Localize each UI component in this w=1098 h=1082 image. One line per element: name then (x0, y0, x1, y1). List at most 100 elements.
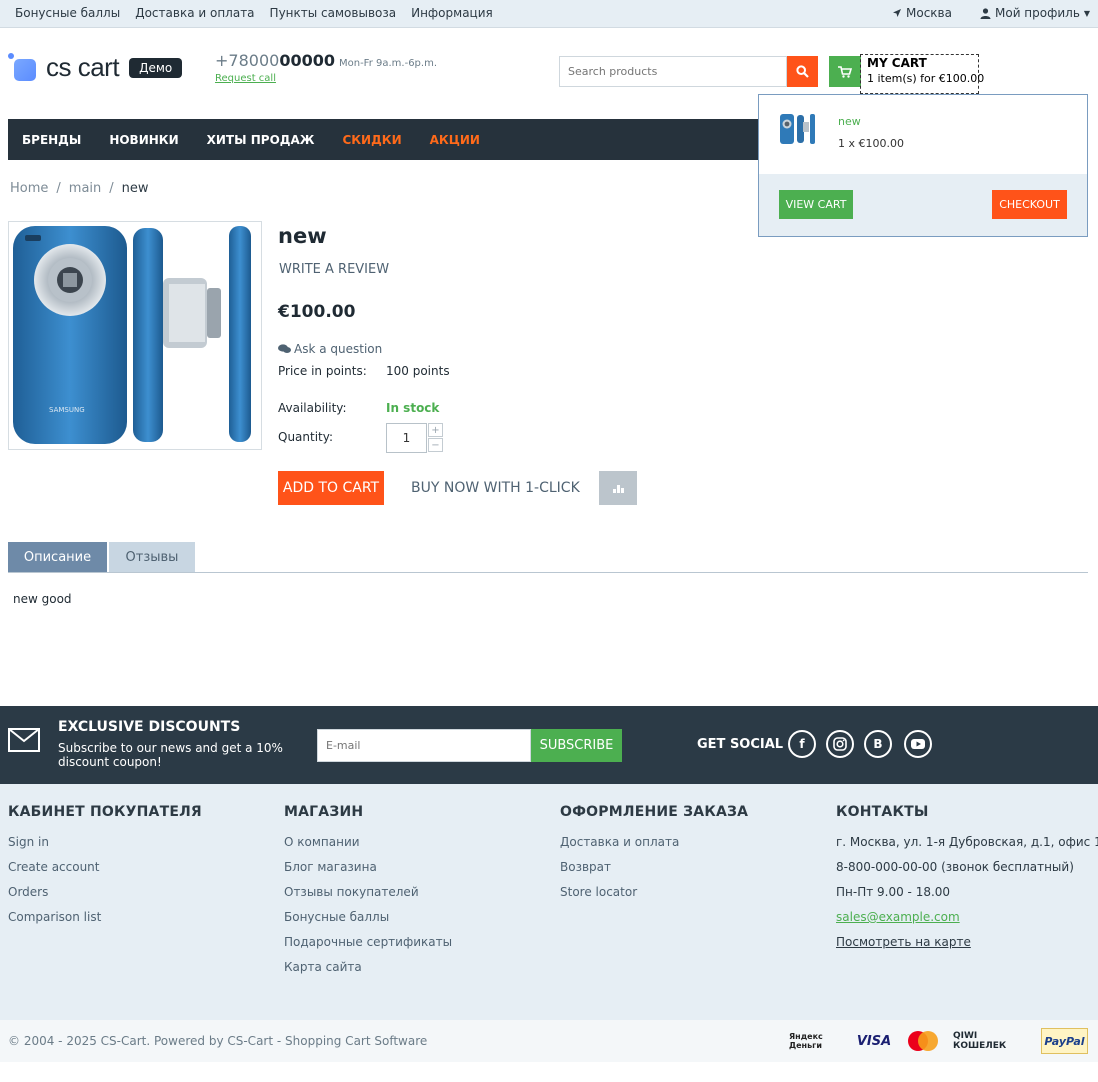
breadcrumb-main[interactable]: main (69, 181, 101, 196)
nav-item-promotions[interactable]: АКЦИИ (430, 133, 480, 147)
search-icon (796, 65, 809, 78)
footer-link-testimonials[interactable]: Отзывы покупателей (284, 885, 419, 899)
write-review-link[interactable]: WRITE A REVIEW (279, 262, 389, 277)
footer-link-sign-in[interactable]: Sign in (8, 835, 49, 849)
instagram-glyph (833, 737, 847, 751)
product-image[interactable]: SAMSUNG (8, 221, 262, 450)
product-description: new good (13, 592, 72, 606)
chat-bubbles-icon (278, 344, 291, 353)
phone-number: +7800000000 Mon-Fr 9a.m.-6p.m. (215, 51, 437, 70)
product-tabs: Описание Отзывы (8, 542, 1088, 573)
footer-col-account: КАБИНЕТ ПОКУПАТЕЛЯ Sign in Create accoun… (8, 804, 202, 930)
quantity-input[interactable]: 1 (386, 423, 427, 453)
search-input[interactable] (559, 56, 787, 87)
compare-button[interactable] (599, 471, 637, 505)
points-value: 100 points (386, 364, 450, 378)
top-links: Бонусные баллы Доставка и оплата Пункты … (15, 6, 493, 20)
footer-link-create-account[interactable]: Create account (8, 860, 100, 874)
footer-link-bonus[interactable]: Бонусные баллы (284, 910, 389, 924)
cart-item-name[interactable]: new (838, 115, 861, 128)
email-field[interactable] (317, 729, 531, 762)
location-arrow-icon (893, 9, 901, 17)
subscribe-button[interactable]: SUBSCRIBE (531, 729, 622, 762)
cart-title: MY CART (867, 56, 927, 70)
main-nav: БРЕНДЫ НОВИНКИ ХИТЫ ПРОДАЖ СКИДКИ АКЦИИ (8, 119, 768, 160)
top-link-delivery[interactable]: Доставка и оплата (135, 6, 254, 20)
bottom-bar: © 2004 - 2025 CS-Cart. Powered by CS-Car… (0, 1020, 1098, 1062)
contact-address: г. Москва, ул. 1-я Дубровская, д.1, офис… (836, 835, 1098, 849)
tab-reviews[interactable]: Отзывы (109, 542, 195, 572)
top-bar: Бонусные баллы Доставка и оплата Пункты … (0, 0, 1098, 28)
nav-item-discounts[interactable]: СКИДКИ (342, 133, 401, 147)
points-label: Price in points: (278, 364, 367, 378)
footer-link-gift-certificates[interactable]: Подарочные сертификаты (284, 935, 452, 949)
view-cart-button[interactable]: VIEW CART (779, 190, 853, 219)
subscribe-text: Subscribe to our news and get a 10% disc… (58, 741, 283, 769)
footer-col-store: МАГАЗИН О компании Блог магазина Отзывы … (284, 804, 452, 980)
contact-email-link[interactable]: sales@example.com (836, 910, 960, 924)
nav-item-new[interactable]: НОВИНКИ (109, 133, 178, 147)
mastercard-logo (905, 1028, 941, 1054)
contact-map-link[interactable]: Посмотреть на карте (836, 935, 971, 949)
footer: КАБИНЕТ ПОКУПАТЕЛЯ Sign in Create accoun… (0, 784, 1098, 1020)
breadcrumb-home[interactable]: Home (10, 181, 48, 196)
footer-link-comparison[interactable]: Comparison list (8, 910, 101, 924)
breadcrumb-separator: / (109, 181, 114, 196)
camera-phone-illustration: SAMSUNG (13, 226, 251, 444)
availability-label: Availability: (278, 401, 347, 415)
breadcrumb-current: new (121, 181, 149, 196)
search-button[interactable] (787, 56, 818, 87)
quantity-decrease-button[interactable]: − (428, 438, 443, 452)
nav-item-bestsellers[interactable]: ХИТЫ ПРОДАЖ (207, 133, 315, 147)
cart-summary[interactable]: MY CART 1 item(s) for €100.00 (860, 54, 984, 94)
demo-badge: Демо (129, 57, 183, 78)
instagram-icon[interactable] (826, 730, 854, 758)
tab-description[interactable]: Описание (8, 542, 107, 572)
add-to-cart-button[interactable]: ADD TO CART (278, 471, 384, 505)
footer-link-orders[interactable]: Orders (8, 885, 48, 899)
subscribe-title: EXCLUSIVE DISCOUNTS (58, 719, 241, 735)
footer-link-delivery[interactable]: Доставка и оплата (560, 835, 679, 849)
footer-link-blog[interactable]: Блог магазина (284, 860, 377, 874)
youtube-glyph (911, 739, 925, 749)
quantity-increase-button[interactable]: + (428, 423, 443, 437)
ask-question-label: Ask a question (294, 342, 383, 356)
phone-prefix: +78000 (215, 51, 280, 70)
top-link-info[interactable]: Информация (411, 6, 493, 20)
profile-menu[interactable]: Мой профиль ▼ (980, 6, 1090, 20)
footer-col-ordering: ОФОРМЛЕНИЕ ЗАКАЗА Доставка и оплата Возв… (560, 804, 748, 905)
city-label: Москва (906, 6, 952, 20)
checkout-button[interactable]: CHECKOUT (992, 190, 1067, 219)
contact-hours: Пн-Пт 9.00 - 18.00 (836, 885, 951, 899)
cart-item-thumbnail[interactable] (779, 111, 817, 147)
city-selector[interactable]: Москва (892, 6, 952, 20)
paypal-logo: PayPal (1041, 1028, 1088, 1054)
profile-label: Мой профиль (995, 6, 1080, 20)
cart-dropdown: new 1 x €100.00 VIEW CART CHECKOUT (758, 94, 1088, 237)
site-logo[interactable]: cs cart Демо (8, 52, 183, 83)
top-link-pickup[interactable]: Пункты самовывоза (270, 6, 397, 20)
contact-phone: 8-800-000-00-00 (звонок бесплатный) (836, 860, 1074, 874)
footer-link-about[interactable]: О компании (284, 835, 360, 849)
footer-col-contacts: КОНТАКТЫ г. Москва, ул. 1-я Дубровская, … (836, 804, 1098, 955)
footer-link-sitemap[interactable]: Карта сайта (284, 960, 362, 974)
cart-button[interactable] (829, 56, 861, 87)
product-title: new (278, 224, 327, 248)
breadcrumb: Home / main / new (10, 181, 149, 196)
top-link-bonus[interactable]: Бонусные баллы (15, 6, 120, 20)
yandex-money-logo: Яндекс Деньги (789, 1032, 823, 1050)
footer-link-store-locator[interactable]: Store locator (560, 885, 637, 899)
ask-question-link[interactable]: Ask a question (278, 342, 382, 356)
footer-col-title: КОНТАКТЫ (836, 804, 929, 820)
chevron-down-icon: ▼ (1083, 8, 1091, 18)
buy-one-click-button[interactable]: BUY NOW WITH 1-CLICK (411, 480, 580, 496)
footer-link-returns[interactable]: Возврат (560, 860, 611, 874)
vk-icon[interactable]: В (864, 730, 892, 758)
request-call-link[interactable]: Request call (215, 73, 276, 84)
bar-chart-icon (612, 485, 624, 493)
footer-col-title: МАГАЗИН (284, 804, 364, 820)
nav-item-brands[interactable]: БРЕНДЫ (22, 133, 81, 147)
breadcrumb-separator: / (56, 181, 61, 196)
youtube-icon[interactable] (904, 730, 932, 758)
facebook-icon[interactable]: f (788, 730, 816, 758)
